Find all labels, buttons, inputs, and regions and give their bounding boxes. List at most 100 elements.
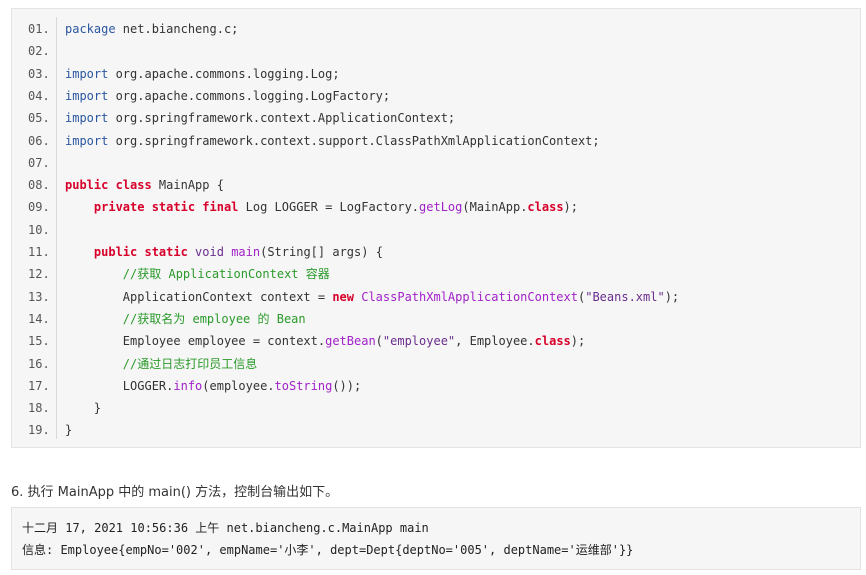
console-output-line: 十二月 17, 2021 10:56:36 上午 net.biancheng.c… — [22, 521, 429, 535]
code-token: getLog — [419, 200, 463, 215]
line-number: 12. — [28, 267, 50, 282]
line-number: 13. — [28, 289, 50, 304]
line-number: 09. — [28, 200, 50, 215]
step-description: 6. 执行 MainApp 中的 main() 方法，控制台输出如下。 — [11, 485, 339, 500]
code-text: package net.biancheng.c; — [65, 18, 238, 40]
code-token: ApplicationContext context = — [65, 289, 333, 304]
code-text: ApplicationContext context = new ClassPa… — [65, 286, 679, 308]
code-text: import org.springframework.context.suppo… — [65, 130, 600, 152]
code-line: 16. //通过日志打印员工信息 — [12, 353, 860, 375]
code-text: public class MainApp { — [65, 174, 224, 196]
code-token: , Employee. — [455, 334, 535, 349]
code-token: ); — [664, 289, 680, 304]
code-token: package — [65, 22, 116, 36]
code-line: 12. //获取 ApplicationContext 容器 — [12, 263, 860, 285]
code-token: import — [65, 66, 109, 81]
code-token: main — [231, 245, 261, 259]
code-token: "employee" — [382, 334, 456, 349]
code-token: Log LOGGER = LogFactory. — [238, 200, 420, 215]
code-block: 01. package net.biancheng.c; 02. 03. import … — [11, 8, 861, 448]
console-output-line: 信息: Employee{empNo='002', empName='小李', … — [22, 543, 634, 557]
code-text: private static final Log LOGGER = LogFac… — [65, 196, 578, 218]
code-text: } — [65, 419, 72, 441]
line-number: 08. — [28, 178, 50, 193]
code-token: ()); — [332, 378, 362, 393]
code-token: //获取 ApplicationContext 容器 — [122, 267, 330, 282]
code-line: 05. import org.springframework.context.Ap… — [12, 107, 860, 129]
code-token: (String[] args) { — [260, 245, 383, 259]
console-output-block: 十二月 17, 2021 10:56:36 上午 net.biancheng.c… — [11, 507, 861, 570]
line-number: 06. — [28, 133, 50, 148]
code-line: 15. Employee employee = context.getBean(… — [12, 330, 860, 352]
line-number: 04. — [28, 88, 50, 103]
line-number: 19. — [28, 423, 50, 438]
code-token: //获取名为 employee 的 Bean — [122, 311, 306, 326]
code-token: public class — [65, 178, 152, 193]
line-number: 17. — [28, 378, 50, 393]
code-token: getBean — [325, 334, 376, 349]
code-token: toString — [274, 378, 333, 393]
code-line: 13. ApplicationContext context = new Cla… — [12, 286, 860, 308]
code-text: //获取 ApplicationContext 容器 — [65, 263, 330, 285]
code-token: ); — [570, 334, 586, 349]
code-token: MainApp { — [151, 178, 224, 193]
code-token: import — [65, 133, 109, 148]
code-token: public static — [93, 245, 188, 259]
code-token: (MainApp. — [462, 200, 528, 215]
code-token: ( — [375, 334, 383, 349]
code-line: 03. import org.apache.commons.logging.Log… — [12, 63, 860, 85]
line-number: 05. — [28, 111, 50, 126]
code-line: 11. public static void main(String[] arg… — [12, 241, 860, 263]
line-number: 10. — [28, 222, 50, 237]
code-line: 14. //获取名为 employee 的 Bean — [12, 308, 860, 330]
code-token: org.springframework.context.support.Clas… — [108, 133, 600, 148]
code-token: info — [173, 378, 203, 393]
code-token: class — [534, 334, 571, 349]
code-line: 04. import org.apache.commons.logging.Log… — [12, 85, 860, 107]
code-token: org.apache.commons.logging.LogFactory; — [108, 88, 391, 103]
code-token: import — [65, 88, 109, 103]
code-token: ); — [563, 200, 578, 215]
line-number: 16. — [28, 356, 50, 371]
code-token: ClassPathXmlApplicationContext — [361, 289, 578, 304]
code-token: net.biancheng.c; — [115, 22, 239, 36]
code-token: org.springframework.context.ApplicationC… — [108, 111, 456, 126]
code-line: 06. import org.springframework.context.su… — [12, 130, 860, 152]
code-line: 02. — [12, 40, 860, 62]
code-line: 01. package net.biancheng.c; — [12, 18, 860, 40]
code-text: //获取名为 employee 的 Bean — [65, 308, 306, 330]
code-token: import — [65, 111, 109, 126]
code-text: //通过日志打印员工信息 — [65, 353, 257, 375]
line-number: 14. — [28, 311, 50, 326]
line-number: 18. — [28, 401, 50, 416]
code-line: 19.} — [12, 419, 860, 441]
code-text: import org.apache.commons.logging.Log; — [65, 63, 340, 85]
line-number: 03. — [28, 66, 50, 81]
code-text: public static void main(String[] args) { — [65, 241, 383, 263]
code-token: } — [65, 423, 73, 438]
code-line: 07. — [12, 152, 860, 174]
code-line: 18. } — [12, 397, 860, 419]
line-number: 07. — [28, 155, 50, 170]
code-token: Employee employee = context. — [65, 334, 326, 349]
code-token: void — [187, 245, 232, 259]
code-text: } — [65, 397, 101, 419]
code-line: 09. private static final Log LOGGER = Lo… — [12, 196, 860, 218]
code-token: //通过日志打印员工信息 — [122, 356, 258, 371]
line-number: 15. — [28, 334, 50, 349]
code-token: LOGGER. — [65, 378, 174, 393]
code-line: 17. LOGGER.info(employee.toString()); — [12, 375, 860, 397]
line-number: 02. — [28, 44, 50, 59]
code-line: 08. public class MainApp { — [12, 174, 860, 196]
code-token: } — [65, 401, 102, 416]
code-token: class — [527, 200, 564, 215]
code-token: (employee. — [202, 378, 275, 393]
line-number: 01. — [28, 22, 50, 36]
code-text: LOGGER.info(employee.toString()); — [65, 375, 361, 397]
line-number: 11. — [28, 245, 50, 259]
